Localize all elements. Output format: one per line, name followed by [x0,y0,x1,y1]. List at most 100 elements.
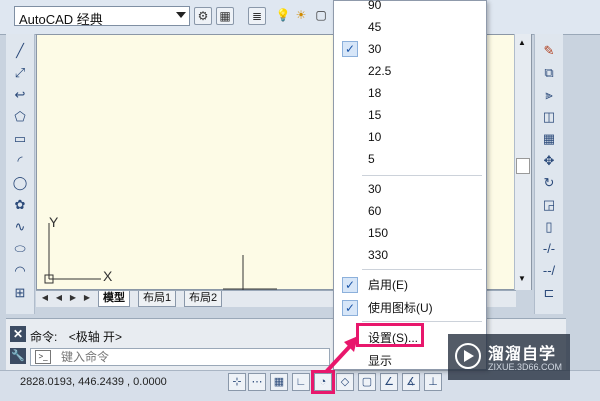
last-tab-icon[interactable]: ▶ [82,293,92,303]
pointer-arrow [322,330,362,376]
tab-layout2[interactable]: 布局2 [184,291,223,307]
ellipse-arc-icon[interactable]: ◠ [9,262,31,280]
line-icon[interactable]: ╱ [9,42,31,60]
polygon-icon[interactable]: ⬠ [9,108,31,126]
erase-icon[interactable]: ✎ [538,42,560,60]
scrollbar-thumb[interactable] [516,158,530,174]
checkmark-icon: ✓ [342,277,358,293]
menu-item-label: 60 [368,204,382,218]
arc-icon[interactable]: ◜ [9,152,31,170]
revision-cloud-icon[interactable]: ✿ [9,196,31,214]
spline-icon[interactable]: ∿ [9,218,31,236]
menu-item-angle-18[interactable]: 18 [334,83,486,103]
ducs-icon[interactable]: ⊥ [424,373,442,391]
menu-item-label: 45 [368,20,382,34]
layer-icon[interactable]: ≣ [248,7,266,25]
watermark-title: 溜溜自学 [488,346,557,363]
circle-icon[interactable]: ◯ [9,174,31,192]
menu-item-enable[interactable]: ✓ 启用(E) [334,275,486,295]
chevron-down-icon[interactable] [176,12,186,18]
array-icon[interactable]: ▦ [538,130,560,148]
menu-separator [362,269,482,270]
construction-line-icon[interactable]: ⤢ [9,64,31,82]
ellipse-icon[interactable]: ⬭ [9,240,31,258]
menu-item-extra-angle-150[interactable]: 150 [334,223,486,243]
menu-item-angle-90[interactable]: 90 [334,0,486,15]
menu-item-label: 30 [368,42,382,56]
menu-item-label: 18 [368,86,382,100]
scale-icon[interactable]: ◲ [538,196,560,214]
settings-highlight [356,323,424,347]
menu-item-label: 启用(E) [368,278,408,292]
vertical-scrollbar[interactable]: ▲ ▼ [514,34,531,290]
command-message: <极轴 开> [68,330,123,344]
infer-constraints-icon[interactable]: ⊹ [228,373,246,391]
watermark-url: ZIXUE.3D66.COM [488,362,563,372]
bulb-icon[interactable]: 💡 [274,7,292,25]
scroll-down-icon[interactable]: ▼ [518,274,526,283]
ortho-icon[interactable]: ∟ [292,373,310,391]
menu-item-extra-angle-30[interactable]: 30 [334,179,486,199]
workspace-label: AutoCAD 经典 [19,12,103,27]
close-icon[interactable]: ✕ [10,326,26,342]
command-history: 命令: <极轴 开> [30,328,122,345]
command-prefix: 命令: [30,330,58,344]
menu-item-angle-5[interactable]: 5 [334,149,486,169]
tab-layout1[interactable]: 布局1 [138,291,177,307]
extend-icon[interactable]: --/ [538,262,560,280]
menu-item-angle-22-5[interactable]: 22.5 [334,61,486,81]
command-input[interactable]: >_ 键入命令 [30,348,330,366]
command-placeholder: 键入命令 [61,350,110,364]
checkmark-icon: ✓ [342,300,358,316]
break-icon[interactable]: ⊏ [538,284,560,302]
menu-item-label: 使用图标(U) [368,301,433,315]
top-toolbar: AutoCAD 经典 ⚙ ▦ ≣ 💡 ☀ ▢ [0,0,600,35]
coordinates-readout: 2828.0193, 446.2439 , 0.0000 [20,376,167,388]
offset-icon[interactable]: ◫ [538,108,560,126]
snap-mode-icon[interactable]: ⋯ [248,373,266,391]
menu-item-angle-10[interactable]: 10 [334,127,486,147]
draw-toolbar: ╱ ⤢ ↩ ⬠ ▭ ◜ ◯ ✿ ∿ ⬭ ◠ ⊞ [6,34,35,314]
lock-icon[interactable]: ▢ [312,7,330,25]
gear-icon[interactable]: ⚙ [194,7,212,25]
trim-icon[interactable]: -/- [538,240,560,258]
menu-item-angle-45[interactable]: 45 [334,17,486,37]
menu-item-label: 30 [368,182,382,196]
next-tab-icon[interactable]: ▶ [68,293,78,303]
svg-text:Y: Y [49,214,59,230]
object-tracking-icon[interactable]: ∡ [402,373,420,391]
checkmark-icon: ✓ [342,41,358,57]
mirror-icon[interactable]: ⫸ [538,86,560,104]
polar-angle-menu: 90 45 ✓ 30 22.5 18 15 10 5 30 60 150 330… [333,0,487,370]
insert-block-icon[interactable]: ⊞ [9,284,31,302]
menu-item-label: 150 [368,226,389,240]
modify-toolbar: ✎ ⧉ ⫸ ◫ ▦ ✥ ↻ ◲ ▯ -/- --/ ⊏ [534,34,563,314]
tab-model[interactable]: 模型 [98,291,130,307]
grid-icon[interactable]: ▦ [270,373,288,391]
copy-icon[interactable]: ⧉ [538,64,560,82]
stretch-icon[interactable]: ▯ [538,218,560,236]
wrench-icon[interactable]: 🔧 [10,348,26,364]
menu-item-angle-15[interactable]: 15 [334,105,486,125]
svg-text:X: X [103,268,113,284]
polyline-icon[interactable]: ↩ [9,86,31,104]
menu-item-angle-30[interactable]: ✓ 30 [334,39,486,59]
3dosnap-icon[interactable]: ∠ [380,373,398,391]
menu-item-extra-angle-60[interactable]: 60 [334,201,486,221]
menu-item-label: 90 [368,0,382,12]
menu-separator [362,321,482,322]
menu-item-label: 330 [368,248,389,262]
scroll-up-icon[interactable]: ▲ [518,38,526,47]
workspace-dropdown[interactable]: AutoCAD 经典 [14,6,190,27]
rectangle-icon[interactable]: ▭ [9,130,31,148]
prompt-icon[interactable]: >_ [35,350,51,364]
menu-item-use-icons[interactable]: ✓ 使用图标(U) [334,298,486,318]
menu-item-extra-angle-330[interactable]: 330 [334,245,486,265]
rotate-icon[interactable]: ↻ [538,174,560,192]
sun-icon[interactable]: ☀ [292,7,310,25]
first-tab-icon[interactable]: ◀ [40,293,50,303]
move-icon[interactable]: ✥ [538,152,560,170]
menu-item-label: 10 [368,130,382,144]
workspace-icon[interactable]: ▦ [216,7,234,25]
prev-tab-icon[interactable]: ◀ [54,293,64,303]
